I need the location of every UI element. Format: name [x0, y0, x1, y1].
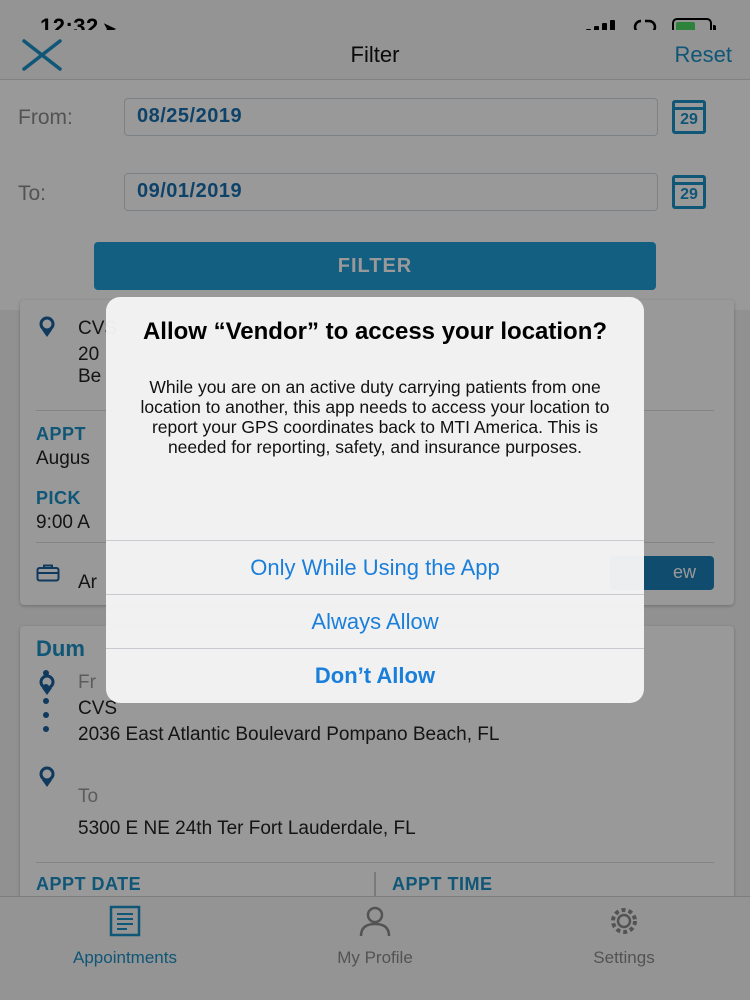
only-while-using-button[interactable]: Only While Using the App	[106, 540, 644, 594]
alert-title: Allow “Vendor” to access your location?	[142, 318, 608, 345]
location-permission-alert: Allow “Vendor” to access your location? …	[106, 297, 644, 703]
always-allow-button[interactable]: Always Allow	[106, 594, 644, 648]
dont-allow-button[interactable]: Don’t Allow	[106, 648, 644, 702]
alert-message: While you are on an active duty carrying…	[140, 377, 610, 457]
